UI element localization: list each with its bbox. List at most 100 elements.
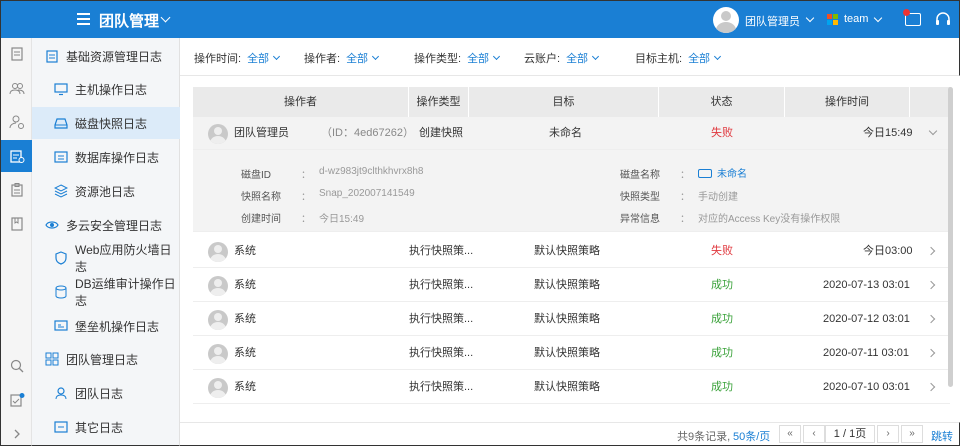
table-row[interactable]: 系统 执行快照策... 默认快照策略 成功 2020-07-10 03:01 [193,371,950,404]
chevron-down-icon[interactable] [273,52,281,61]
user-avatar[interactable] [713,7,739,33]
disk-id-value: d-wz983jt9clthkhvrx8h8 [319,166,424,177]
table-row-expanded[interactable]: 团队管理员 （ID：4ed67262） 创建快照 未命名 失败 今日15:49 [193,117,950,150]
sidebar-item-other-log[interactable]: 其它日志 [32,411,180,443]
team-selector[interactable]: team [844,13,868,25]
chevron-down-icon[interactable] [160,12,171,23]
op-type: 执行快照策... [409,245,474,257]
document-icon[interactable] [1,38,32,70]
table-row[interactable]: 系统 执行快照策... 默认快照策略 成功 2020-07-12 03:01 [193,303,950,336]
sidebar-item-host-log[interactable]: 主机操作日志 [32,73,180,105]
filter-op-type[interactable]: 操作类型: 全部 [414,50,501,66]
menu-icon[interactable] [77,13,91,26]
database-icon [54,151,68,163]
filter-value[interactable]: 全部 [247,53,269,65]
chevron-down-icon[interactable] [805,13,815,23]
filter-value[interactable]: 全部 [346,53,368,65]
avatar [208,124,228,144]
table-row[interactable]: 系统 执行快照策... 默认快照策略 失败 今日03:00 [193,235,950,268]
last-page-button[interactable]: » [901,425,923,443]
table-row[interactable]: 系统 执行快照策... 默认快照策略 成功 2020-07-13 03:01 [193,269,950,302]
op-type: 执行快照策... [409,381,474,393]
book-icon[interactable] [1,208,32,240]
sidebar-item-disk-snapshot-log[interactable]: 磁盘快照日志 [32,107,180,139]
filter-label: 目标主机: [635,53,683,65]
chevron-down-icon[interactable] [372,52,380,61]
search-icon[interactable] [1,350,32,382]
sidebar-item-team-log[interactable]: 团队日志 [32,377,180,409]
filter-target-host[interactable]: 目标主机: 全部 [635,50,722,66]
op-type: 执行快照策... [409,313,474,325]
sidebar-group-cloud-security[interactable]: 多云安全管理日志 [32,209,180,241]
jump-button[interactable]: 跳转 [931,428,953,444]
column-header: 操作者 [193,87,409,117]
scrollbar-thumb[interactable] [948,87,953,387]
sidebar-item-db-audit-log[interactable]: DB运维审计操作日志 [32,276,180,308]
filter-time[interactable]: 操作时间: 全部 [194,50,281,66]
chevron-right-icon[interactable] [926,348,936,358]
avatar [208,378,228,398]
filter-cloud-account[interactable]: 云账户: 全部 [524,50,600,66]
sidebar-item-waf-log[interactable]: Web应用防火墙日志 [32,242,180,274]
sidebar-group-label: 基础资源管理日志 [66,49,163,64]
avatar [208,344,228,364]
page-size-select[interactable]: 50条/页 [733,428,770,444]
sidebar-item-resource-pool-log[interactable]: 资源池日志 [32,175,180,207]
table-header: 操作者 操作类型 目标 状态 操作时间 [193,87,950,117]
op-time: 今日03:00 [863,245,913,257]
filter-value[interactable]: 全部 [566,53,588,65]
user-name[interactable]: 团队管理员 [745,13,800,29]
chevron-down-icon[interactable] [592,52,600,61]
detail-label: 磁盘名称 [620,170,660,181]
filter-value[interactable]: 全部 [467,53,489,65]
target: 未命名 [549,127,582,139]
detail-sep: ： [680,214,690,225]
status-badge: 失败 [711,127,733,139]
detail-sep: ： [680,170,690,181]
disk-name-link[interactable]: 未命名 [698,165,747,180]
detail-label: 磁盘ID [241,170,271,181]
prev-page-button[interactable]: ‹ [803,425,825,443]
chevron-down-icon[interactable] [928,126,938,136]
detail-sep: ： [301,214,311,225]
avatar [208,242,228,262]
sidebar-item-bastion-log[interactable]: 堡垒机操作日志 [32,310,180,342]
vertical-scrollbar[interactable] [948,87,954,402]
first-page-button[interactable]: « [779,425,801,443]
icon-rail [0,38,32,446]
target: 默认快照策略 [534,279,600,291]
operator-name: 系统 [234,279,256,291]
table-row[interactable]: 系统 执行快照策... 默认快照策略 成功 2020-07-11 03:01 [193,337,950,370]
sidebar-item-label: 其它日志 [75,420,124,435]
next-page-button[interactable]: › [877,425,899,443]
expand-icon[interactable] [1,418,32,446]
op-time: 2020-07-13 03:01 [823,279,910,291]
users-icon[interactable] [1,72,32,104]
chevron-right-icon[interactable] [926,246,936,256]
filter-operator[interactable]: 操作者: 全部 [304,50,380,66]
detail-label: 创建时间 [241,214,281,225]
chevron-right-icon[interactable] [926,314,936,324]
user-settings-icon[interactable] [1,106,32,138]
chevron-down-icon[interactable] [493,52,501,61]
app-title[interactable]: 团队管理 [99,10,159,31]
sidebar-item-database-log[interactable]: 数据库操作日志 [32,141,180,173]
op-type: 执行快照策... [409,279,474,291]
sidebar-group-basic[interactable]: 基础资源管理日志 [32,40,180,72]
grid-icon [45,352,59,366]
chevron-right-icon[interactable] [926,382,936,392]
clipboard-icon[interactable] [1,174,32,206]
status-badge: 失败 [711,245,733,257]
chevron-down-icon[interactable] [714,52,722,61]
log-icon[interactable] [1,140,32,172]
headset-icon[interactable] [935,12,951,28]
page-indicator[interactable]: 1 / 1页 [825,425,875,443]
sidebar-group-team[interactable]: 团队管理日志 [32,343,180,375]
detail-label: 快照名称 [241,192,281,203]
filter-bar: 操作时间: 全部 操作者: 全部 操作类型: 全部 云账户: 全部 目标主机: 全部 [180,38,960,76]
task-icon[interactable] [1,384,32,416]
chevron-down-icon[interactable] [873,13,883,23]
filter-label: 操作者: [304,53,341,65]
filter-value[interactable]: 全部 [688,53,710,65]
chevron-right-icon[interactable] [926,280,936,290]
